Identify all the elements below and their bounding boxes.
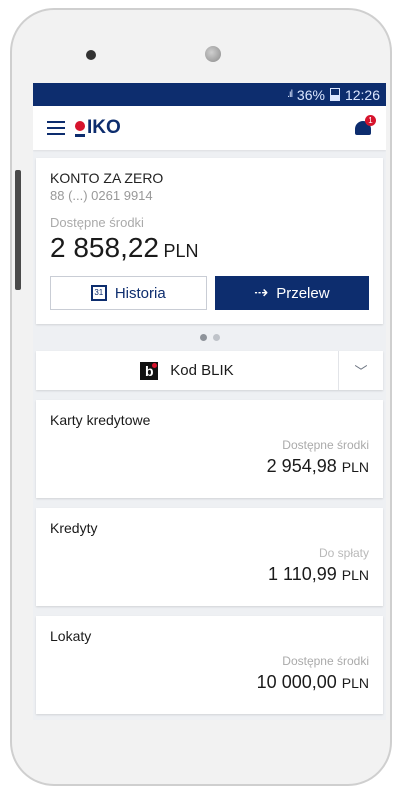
product-credit-cards[interactable]: Karty kredytowe Dostępne środki 2 954,98… xyxy=(36,400,383,498)
status-bar: .ıl 36% 12:26 xyxy=(33,83,386,106)
carousel-dot-active[interactable] xyxy=(199,334,207,341)
battery-icon xyxy=(329,88,340,101)
notification-badge: 1 xyxy=(365,115,376,126)
blik-bar: b Kod BLIK ﹀ xyxy=(36,351,383,390)
transfer-button[interactable]: ⇢ Przelew xyxy=(214,276,369,310)
menu-icon[interactable] xyxy=(47,121,65,135)
blik-code-button[interactable]: b Kod BLIK xyxy=(36,361,338,380)
phone-speaker xyxy=(86,50,96,60)
battery-percent: 36% xyxy=(296,86,325,103)
blik-icon: b xyxy=(140,361,159,380)
iko-logo: IKO xyxy=(75,118,121,137)
chevron-down-icon[interactable]: ﹀ xyxy=(339,361,383,380)
carousel-dot[interactable] xyxy=(212,334,220,341)
available-funds-label: Dostępne środki xyxy=(50,215,144,230)
notifications-bell-icon[interactable]: 1 xyxy=(354,115,376,138)
account-balance: 2 858,22 PLN xyxy=(50,232,199,263)
signal-icon: .ıl xyxy=(287,89,293,100)
clock: 12:26 xyxy=(344,86,380,103)
transfer-icon: ⇢ xyxy=(253,283,269,302)
calendar-icon: 31 xyxy=(90,285,107,301)
product-deposits[interactable]: Lokaty Dostępne środki 10 000,00 PLN xyxy=(36,616,383,714)
account-name: KONTO ZA ZERO xyxy=(50,170,164,186)
phone-camera xyxy=(205,46,221,62)
app-bar: IKO 1 xyxy=(33,106,386,150)
product-loans[interactable]: Kredyty Do spłaty 1 110,99 PLN xyxy=(36,508,383,606)
app-screen: .ıl 36% 12:26 IKO 1 KONTO ZA ZERO 88 (..… xyxy=(33,83,386,720)
account-card[interactable]: KONTO ZA ZERO 88 (...) 0261 9914 Dostępn… xyxy=(36,158,383,324)
side-button xyxy=(15,170,21,290)
history-button[interactable]: 31 Historia xyxy=(50,276,207,310)
carousel-dots[interactable] xyxy=(33,334,386,341)
account-number: 88 (...) 0261 9914 xyxy=(50,188,153,203)
